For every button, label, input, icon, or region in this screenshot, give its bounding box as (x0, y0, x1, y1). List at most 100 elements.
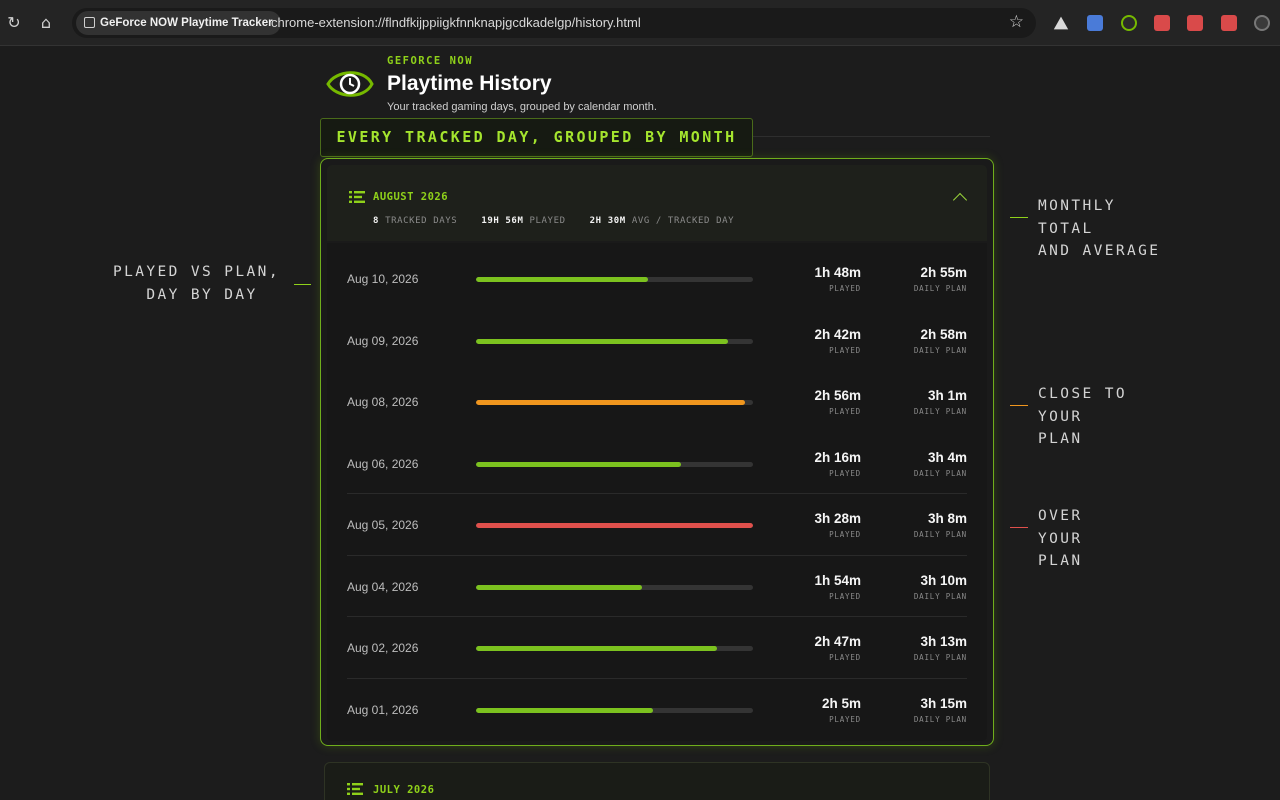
annotation-monthly-total: MONTHLY TOTAL AND AVERAGE (1038, 198, 1161, 259)
tracked-days-label: TRACKED DAYS (385, 216, 458, 226)
collapse-chevron-icon[interactable] (952, 192, 968, 208)
day-row: Aug 01, 2026 2h 5m PLAYED 3h 15m DAILY PLAN (347, 678, 967, 740)
plan-value: 2h 55m DAILY PLAN (914, 265, 967, 293)
red-extension-icon-2[interactable] (1187, 15, 1203, 31)
progress-fill (476, 400, 745, 405)
annotation-connector (294, 284, 311, 285)
played-value: 3h 28m PLAYED (814, 511, 861, 539)
played-value: 2h 42m PLAYED (814, 327, 861, 355)
header-divider (740, 136, 990, 137)
played-time: 2h 56m (814, 388, 861, 403)
day-row: Aug 04, 2026 1h 54m PLAYED 3h 10m DAILY PLAN (347, 555, 967, 617)
reload-icon[interactable]: ↻ (3, 12, 25, 34)
tracked-days-count: 8 (373, 216, 380, 226)
played-time: 1h 54m (814, 572, 861, 588)
plan-value: 3h 10m DAILY PLAN (914, 573, 967, 601)
progress-fill (476, 646, 717, 651)
plan-label: DAILY PLAN (913, 345, 967, 355)
average-per-day: 2H 30M (589, 216, 626, 226)
day-date: Aug 06, 2026 (347, 456, 419, 471)
day-row: Aug 10, 2026 1h 48m PLAYED 2h 55m DAILY PLAN (347, 247, 967, 309)
day-row: Aug 08, 2026 2h 56m PLAYED 3h 1m DAILY PLAN (347, 370, 967, 432)
plan-label: DAILY PLAN (913, 714, 967, 724)
geforce-extension-icon[interactable] (1121, 15, 1137, 31)
month-title: JULY 2026 (373, 784, 435, 796)
progress-track (476, 277, 753, 282)
plan-label: DAILY PLAN (913, 284, 967, 293)
played-label: PLAYED (829, 591, 861, 601)
progress-track (476, 707, 753, 713)
day-row: Aug 05, 2026 3h 28m PLAYED 3h 8m DAILY PLAN (347, 493, 967, 555)
progress-fill (476, 461, 681, 467)
played-label: PLAYED (829, 653, 861, 662)
played-value: 2h 47m PLAYED (814, 634, 861, 662)
month-header[interactable]: AUGUST 2026 8 TRACKED DAYS 19H 56M PLAYE… (327, 165, 987, 241)
played-value: 2h 56m PLAYED (814, 388, 861, 416)
played-value: 2h 5m PLAYED (822, 696, 861, 724)
progress-track (476, 646, 753, 651)
month-card-july[interactable]: JULY 2026 (324, 762, 990, 800)
plan-time: 3h 1m (927, 388, 967, 403)
day-date: Aug 05, 2026 (347, 518, 419, 532)
day-date: Aug 04, 2026 (347, 579, 419, 594)
played-total-label: PLAYED (529, 216, 566, 226)
played-label: PLAYED (829, 407, 861, 416)
progress-fill (476, 277, 648, 282)
played-value: 1h 48m PLAYED (814, 265, 861, 293)
plan-value: 2h 58m DAILY PLAN (914, 327, 967, 355)
plan-value: 3h 1m DAILY PLAN (914, 388, 967, 416)
plan-value: 3h 8m DAILY PLAN (914, 511, 967, 539)
played-label: PLAYED (829, 530, 861, 539)
played-label: PLAYED (829, 284, 861, 293)
red-extension-icon-3[interactable] (1221, 15, 1237, 31)
address-bar[interactable]: GeForce NOW Playtime Tracker chrome-exte… (72, 8, 1036, 38)
profile-avatar[interactable] (1254, 15, 1270, 31)
progress-fill (476, 584, 643, 590)
tab-title: GeForce NOW Playtime Tracker (100, 17, 273, 29)
progress-track (476, 400, 753, 405)
played-time: 2h 16m (814, 449, 861, 465)
annotation-over-plan: OVER YOUR PLAN (1038, 508, 1083, 569)
annotation-close-to-plan: CLOSE TO YOUR PLAN (1038, 386, 1128, 447)
translate-extension-icon[interactable] (1087, 15, 1103, 31)
day-row: Aug 06, 2026 2h 16m PLAYED 3h 4m DAILY PLAN (347, 432, 967, 494)
bookmark-star-icon[interactable]: ☆ (1009, 12, 1024, 32)
annotation-connector (1010, 527, 1028, 528)
played-time: 1h 48m (814, 265, 861, 280)
played-label: PLAYED (829, 714, 861, 724)
plan-label: DAILY PLAN (913, 653, 967, 662)
plan-time: 3h 10m (920, 572, 967, 588)
day-date: Aug 10, 2026 (347, 272, 419, 286)
day-date: Aug 02, 2026 (347, 641, 419, 655)
plan-label: DAILY PLAN (913, 407, 967, 416)
played-label: PLAYED (829, 468, 861, 478)
plan-value: 3h 13m DAILY PLAN (914, 634, 967, 662)
url-text[interactable]: chrome-extension://flndfkijppiigkfnnknap… (271, 8, 641, 38)
progress-track (476, 338, 753, 344)
played-value: 2h 16m PLAYED (814, 450, 861, 478)
plan-label: DAILY PLAN (913, 591, 967, 601)
plan-time: 2h 55m (920, 265, 967, 280)
page-subtitle: Your tracked gaming days, grouped by cal… (387, 101, 657, 113)
played-label: PLAYED (829, 345, 861, 355)
played-total: 19H 56M (481, 216, 524, 226)
month-card-august: AUGUST 2026 8 TRACKED DAYS 19H 56M PLAYE… (320, 158, 994, 746)
plan-value: 3h 15m DAILY PLAN (914, 696, 967, 724)
played-time: 3h 28m (814, 511, 861, 526)
plan-label: DAILY PLAN (913, 468, 967, 478)
day-date: Aug 08, 2026 (347, 395, 419, 409)
progress-track (476, 584, 753, 590)
played-time: 2h 42m (814, 326, 861, 342)
brand-label: GEFORCE NOW (387, 55, 474, 67)
plan-time: 3h 8m (927, 511, 967, 526)
progress-track (476, 461, 753, 467)
progress-track (476, 523, 753, 528)
home-icon[interactable]: ⌂ (35, 12, 57, 34)
drive-extension-icon[interactable] (1053, 16, 1069, 30)
month-title: AUGUST 2026 (373, 191, 449, 203)
day-row: Aug 09, 2026 2h 42m PLAYED 2h 58m DAILY PLAN (347, 309, 967, 371)
red-extension-icon-1[interactable] (1154, 15, 1170, 31)
plan-time: 3h 15m (920, 695, 967, 711)
plan-time: 2h 58m (920, 326, 967, 342)
site-info-chip[interactable]: GeForce NOW Playtime Tracker (76, 11, 281, 35)
